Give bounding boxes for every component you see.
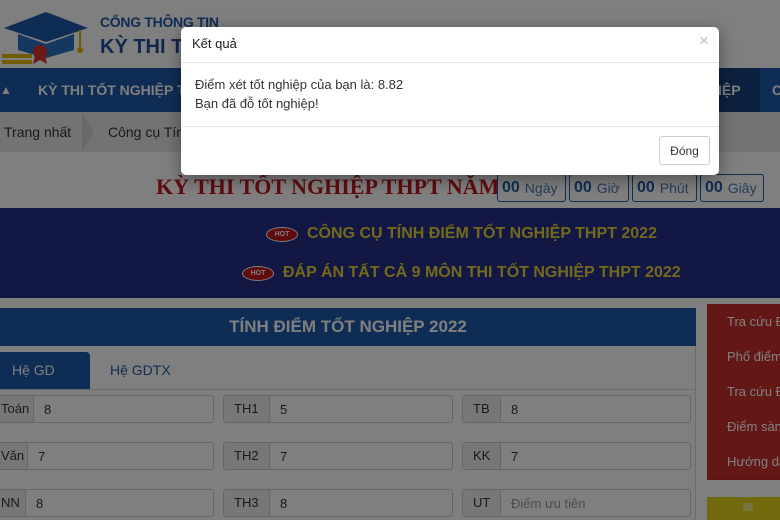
modal-divider	[181, 62, 719, 63]
close-icon[interactable]: ×	[697, 32, 711, 49]
result-modal: Kết quả × Điểm xét tốt nghiệp của bạn là…	[181, 27, 719, 175]
result-status-text: Bạn đã đỗ tốt nghiệp!	[195, 96, 319, 111]
page: CỔNG THÔNG TIN KỲ THI TH ▲ KỲ THI TỐT NG…	[0, 0, 780, 520]
close-button[interactable]: Đóng	[659, 136, 710, 165]
modal-title: Kết quả	[192, 36, 237, 51]
result-score-text: Điểm xét tốt nghiệp của bạn là: 8.82	[195, 77, 404, 92]
modal-divider	[181, 126, 719, 127]
